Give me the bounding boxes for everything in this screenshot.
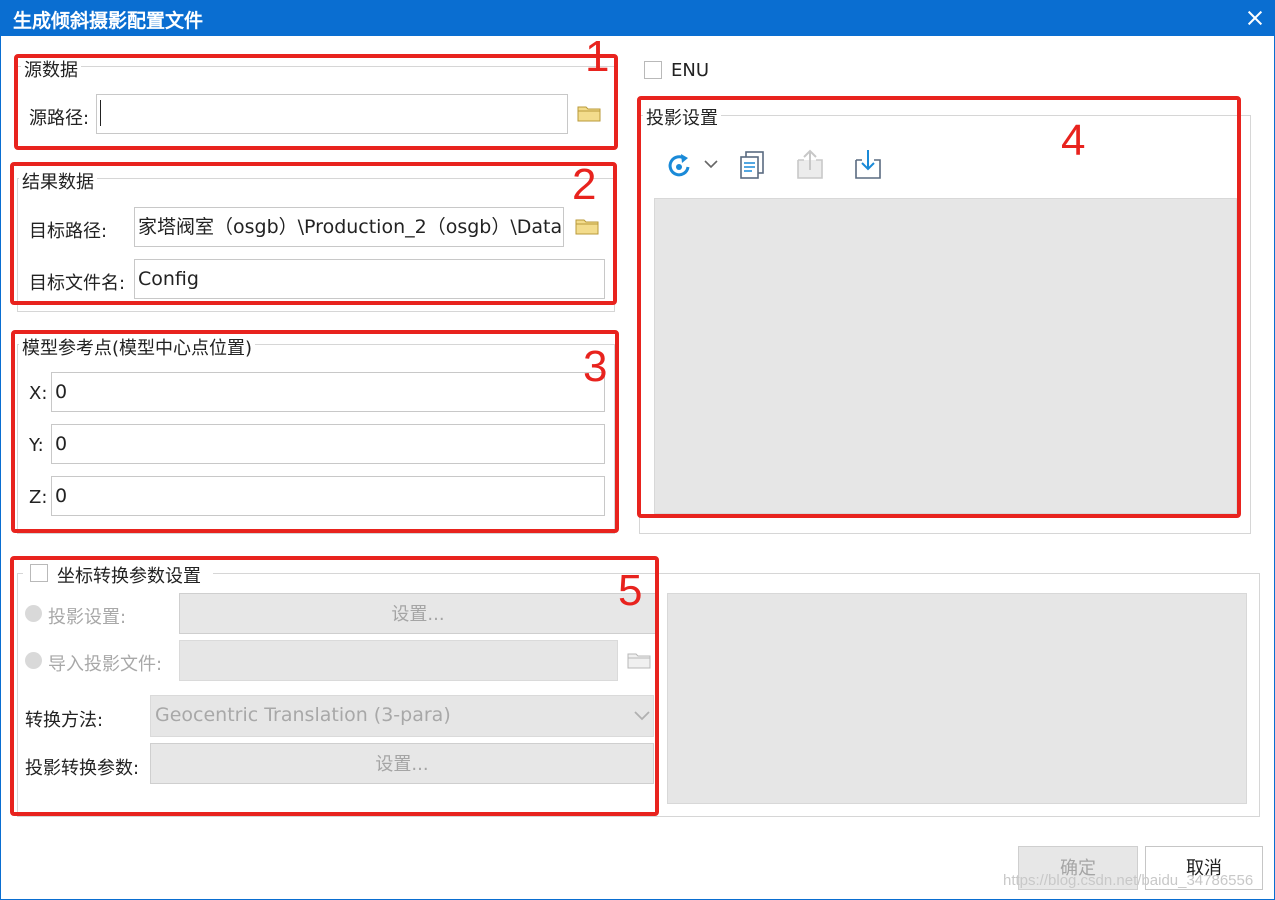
z-input[interactable]: 0 [51,476,605,516]
import-proj-radio[interactable] [25,652,42,669]
result-data-legend: 结果数据 [19,168,97,194]
import-proj-input[interactable] [179,640,618,681]
annotation-number-4: 4 [1061,116,1086,165]
method-select[interactable]: Geocentric Translation (3-para) [150,695,654,737]
proj-setting-label: 投影设置: [48,607,127,628]
transform-info-panel [667,593,1247,804]
coord-transform-checkbox[interactable] [30,564,48,582]
chevron-down-icon[interactable] [633,709,651,723]
chevron-down-icon[interactable] [703,158,719,170]
enu-label: ENU [671,60,710,81]
projection-legend: 投影设置 [643,104,721,130]
export-icon[interactable] [796,148,824,180]
folder-icon[interactable] [627,651,651,669]
text-caret [100,99,101,126]
projection-info-panel [654,198,1237,514]
proj-setting-button[interactable]: 设置... [179,593,657,634]
source-path-input[interactable] [96,94,568,134]
folder-icon[interactable] [577,104,601,122]
params-label: 投影转换参数: [25,758,140,779]
window-title: 生成倾斜摄影配置文件 [13,10,204,32]
title-bar: 生成倾斜摄影配置文件 [1,0,1275,36]
method-label: 转换方法: [25,710,104,731]
dialog-window: 生成倾斜摄影配置文件 源数据 源路径: 结果数据 目标路径: 家塔阀室（osgb… [0,0,1275,900]
target-path-label: 目标路径: [29,221,108,242]
target-filename-label: 目标文件名: [29,273,126,294]
annotation-number-1: 1 [585,32,610,81]
source-path-label: 源路径: [29,108,90,129]
import-proj-label: 导入投影文件: [48,654,163,675]
annotation-number-5: 5 [618,566,643,615]
annotation-number-3: 3 [583,342,608,391]
z-label: Z: [29,487,48,508]
enu-checkbox[interactable] [644,61,662,79]
method-value: Geocentric Translation (3-para) [155,704,451,726]
folder-icon[interactable] [575,217,599,235]
refresh-icon[interactable] [665,150,693,180]
y-label: Y: [29,435,44,456]
y-input[interactable]: 0 [51,424,605,464]
import-icon[interactable] [854,148,882,180]
x-label: X: [29,383,48,404]
proj-setting-radio[interactable] [25,605,42,622]
watermark: https://blog.csdn.net/baidu_34786556 [1003,872,1254,889]
copy-icon[interactable] [739,150,767,180]
target-path-input[interactable]: 家塔阀室（osgb）\Production_2（osgb）\Data [134,207,564,247]
annotation-number-2: 2 [572,160,597,209]
x-input[interactable]: 0 [51,372,605,412]
close-icon[interactable] [1238,2,1272,34]
target-filename-input[interactable]: Config [134,259,605,299]
coord-transform-label: 坐标转换参数设置 [57,566,201,587]
model-ref-legend: 模型参考点(模型中心点位置) [19,334,256,360]
params-button[interactable]: 设置... [150,743,654,784]
source-data-legend: 源数据 [21,56,81,82]
